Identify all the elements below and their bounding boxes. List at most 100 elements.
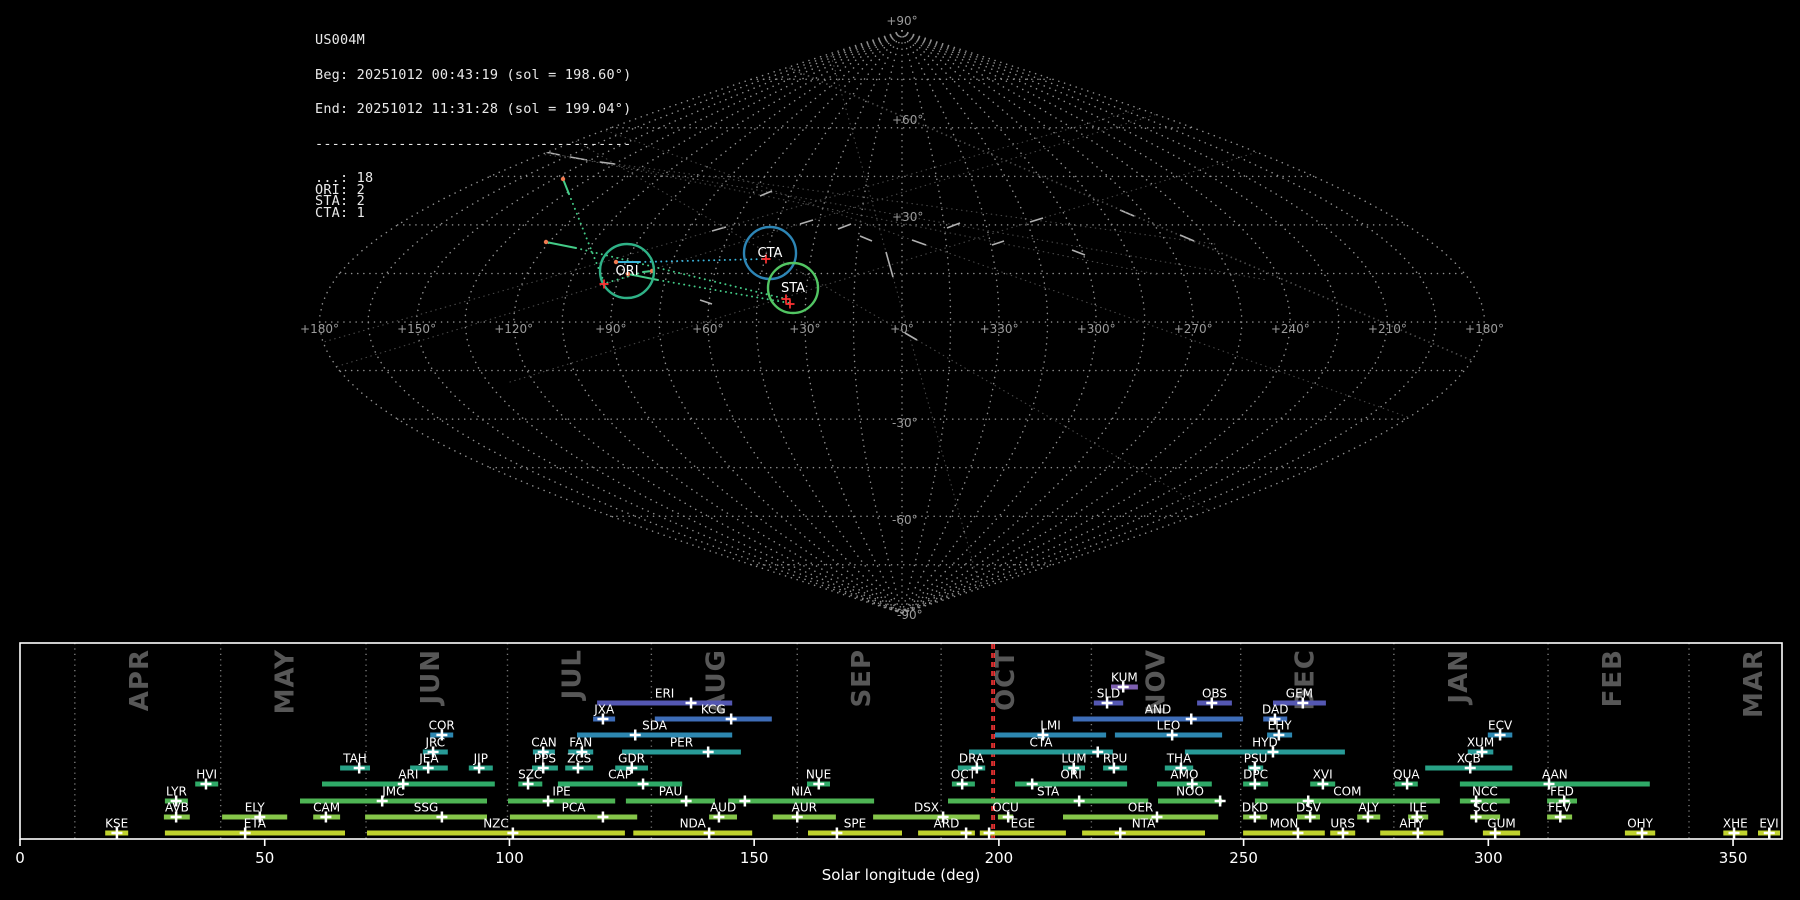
shower-peak-marker-NIA [739, 795, 751, 807]
shower-code-label-NUE: NUE [806, 768, 831, 782]
shower-peak-marker-CAP [637, 778, 649, 790]
x-axis-tick-label: 300 [1474, 849, 1503, 867]
shower-code-label-DSX: DSX [914, 801, 939, 815]
shower-activity-bar-SDA [577, 732, 733, 738]
shower-code-label-AHY: AHY [1399, 817, 1424, 831]
month-label: JUN [416, 649, 446, 707]
shower-code-label-ECV: ECV [1488, 719, 1513, 733]
shower-code-label-FAN: FAN [569, 736, 592, 750]
shower-code-label-DAD: DAD [1262, 703, 1288, 717]
shower-peak-marker-PAU [680, 795, 692, 807]
latitude-label: -30° [892, 416, 918, 430]
sporadic-meteor-track [711, 226, 727, 232]
shower-code-label-AMO: AMO [1170, 768, 1198, 782]
shower-code-label-SCC: SCC [1473, 801, 1497, 815]
radiant-label-CTA: CTA [758, 246, 783, 261]
x-axis-tick-label: 200 [985, 849, 1014, 867]
latitude-label: +90° [886, 14, 917, 28]
shower-code-label-ALY: ALY [1358, 801, 1379, 815]
shower-code-label-JRC: JRC [424, 736, 445, 750]
shower-code-label-THA: THA [1166, 752, 1192, 766]
shower-code-label-ELY: ELY [245, 801, 266, 815]
longitude-label: +210° [1368, 322, 1407, 336]
shower-code-label-TAH: TAH [342, 752, 367, 766]
shower-activity-bar-CTA [969, 749, 1113, 755]
separator-line: -------------------------------------- [315, 135, 632, 152]
shower-peak-marker-AND [1185, 713, 1197, 725]
shower-code-label-IPE: IPE [552, 785, 570, 799]
shower-peak-marker-NOO [1214, 795, 1226, 807]
end-time-line: End: 20251012 11:31:28 (sol = 199.04°) [315, 101, 632, 117]
shower-code-label-PPS: PPS [534, 752, 556, 766]
shower-code-label-NCC: NCC [1472, 785, 1498, 799]
shower-activity-bar-ETA [164, 830, 345, 836]
shower-peak-marker-SPE [831, 827, 843, 839]
shower-code-label-QUA: QUA [1393, 768, 1420, 782]
shower-code-label-MON: MON [1270, 817, 1299, 831]
shower-peak-marker-PER [702, 746, 714, 758]
shower-code-label-OCU: OCU [992, 801, 1019, 815]
shower-code-label-OHY: OHY [1627, 817, 1653, 831]
shower-code-label-AND: AND [1145, 703, 1171, 717]
shower-code-label-PCA: PCA [562, 801, 587, 815]
shower-code-label-XVI: XVI [1313, 768, 1333, 782]
shower-activity-bar-SSG [365, 814, 487, 820]
meteor-track [545, 241, 577, 249]
shower-code-label-PAU: PAU [659, 785, 682, 799]
shower-code-label-JEA: JEA [418, 752, 439, 766]
sporadic-trail-extension [319, 36, 1268, 281]
sporadic-meteors [319, 30, 1485, 614]
shower-code-label-KSE: KSE [105, 817, 128, 831]
shower-code-label-KCG: KCG [701, 703, 726, 717]
detection-counts: ...: 18 ORI: 2 STA: 2 CTA: 1 [315, 172, 631, 219]
shower-peak-marker-STA [1073, 795, 1085, 807]
shower-code-label-HVI: HVI [196, 768, 217, 782]
shower-code-label-JXA: JXA [593, 703, 615, 717]
shower-code-label-SLD: SLD [1097, 687, 1121, 701]
sporadic-meteor-track [1071, 249, 1086, 256]
count-line: CTA: 1 [315, 204, 365, 221]
shower-peak-marker-ERI [685, 697, 697, 709]
shower-code-label-NOO: NOO [1176, 785, 1204, 799]
shower-code-label-ARI: ARI [398, 768, 418, 782]
shower-activity-bar-STA [948, 798, 1149, 804]
shower-code-label-DRA: DRA [959, 752, 985, 766]
shower-peak-marker-NTA [1114, 827, 1126, 839]
shower-peak-marker-NZC [507, 827, 519, 839]
shower-code-label-OER: OER [1128, 801, 1153, 815]
shower-code-label-NDA: NDA [680, 817, 707, 831]
longitude-label: +270° [1174, 322, 1213, 336]
meteor-radiant-report: ORI CTA STA +180° +150° +120° +90° +60° +30° +0° +… [0, 0, 1800, 900]
shower-activity-bar-DSX [873, 814, 980, 820]
shower-code-label-DPC: DPC [1243, 768, 1268, 782]
latitude-label: +30° [892, 210, 923, 224]
longitude-label: +180° [1465, 322, 1504, 336]
shower-code-label-COR: COR [429, 719, 455, 733]
x-axis-tick-label: 0 [15, 849, 25, 867]
observation-info-panel: US004M Beg: 20251012 00:43:19 (sol = 198… [315, 12, 632, 219]
shower-code-label-SSG: SSG [414, 801, 439, 815]
longitude-label: +120° [494, 322, 533, 336]
shower-code-label-COM: COM [1333, 785, 1361, 799]
month-label: MAR [1739, 649, 1769, 718]
sporadic-trail-extension [559, 30, 1485, 457]
shower-code-label-ETA: ETA [244, 817, 267, 831]
shower-code-label-HYD: HYD [1252, 736, 1278, 750]
station-id: US004M [315, 32, 365, 48]
month-label: FEB [1598, 649, 1628, 707]
shower-activity-bar-MON [1243, 830, 1325, 836]
latitude-label: -90° [897, 608, 923, 622]
sporadic-meteor-track [1029, 217, 1044, 223]
shower-code-label-ARD: ARD [934, 817, 960, 831]
shower-code-label-EHY: EHY [1268, 719, 1293, 733]
shower-activity-bar-KCG [654, 716, 772, 722]
shower-activity-bar-NZC [367, 830, 625, 836]
shower-activity-bar-NOO [1158, 798, 1223, 804]
shower-code-label-GUM: GUM [1487, 817, 1515, 831]
month-label: JAN [1444, 649, 1474, 706]
longitude-label: +0° [890, 322, 914, 336]
shower-activity-bar-AHY [1380, 830, 1444, 836]
shower-code-label-PER: PER [670, 736, 693, 750]
longitude-label: +90° [595, 322, 626, 336]
shower-peak-marker-SDA [629, 729, 641, 741]
